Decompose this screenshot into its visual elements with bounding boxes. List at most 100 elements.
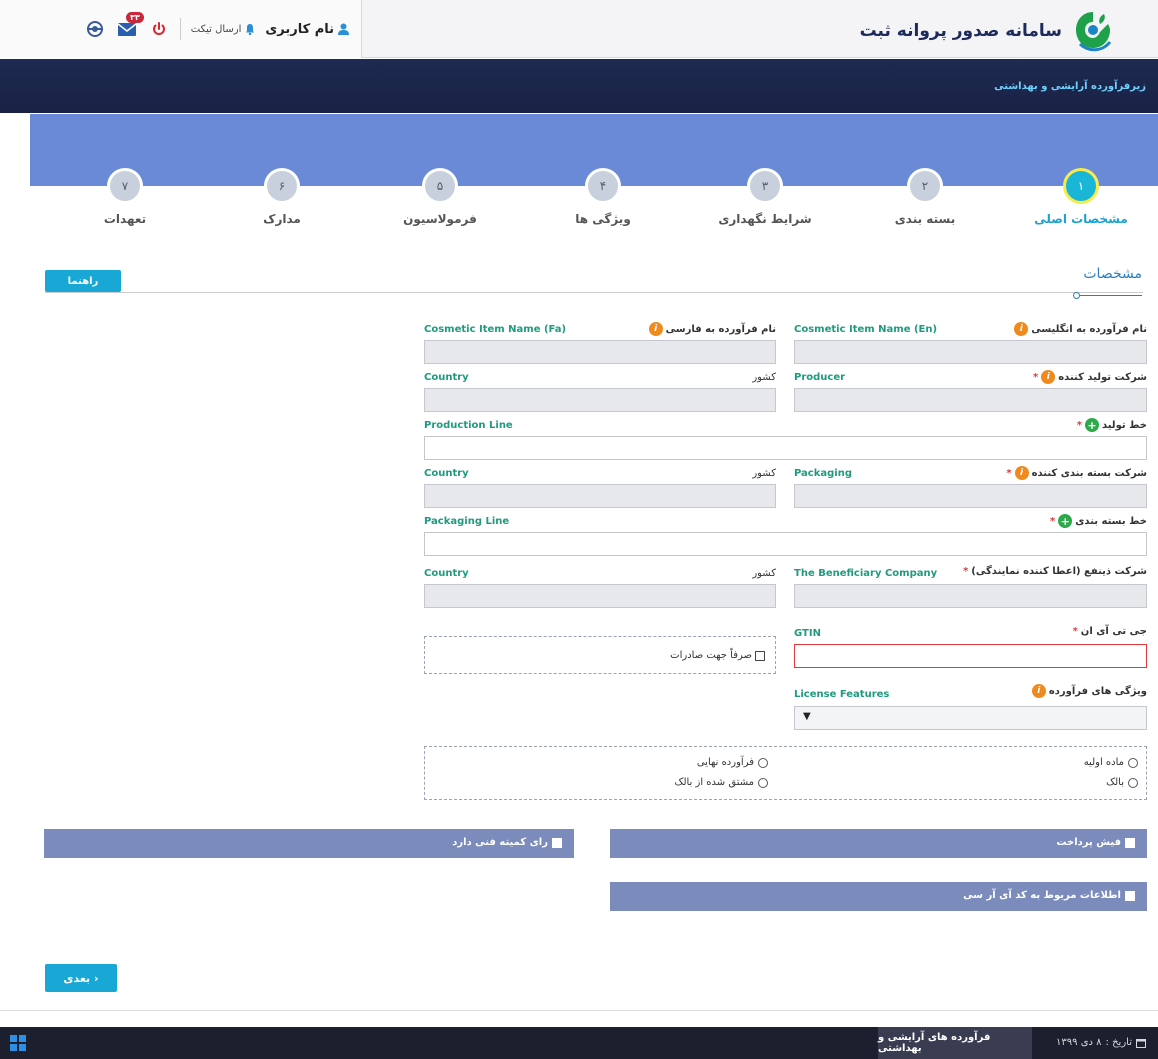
technical-panel-label[interactable]: رای کمیته فنی دارد xyxy=(452,837,562,848)
irc-panel-label[interactable]: اطلاعات مربوط به کد آی آر سی xyxy=(963,890,1135,901)
radio-raw-material[interactable]: ماده اولیه xyxy=(1084,757,1138,768)
step-storage[interactable]: ۳ شرایط نگهداری xyxy=(705,168,825,226)
step-number: ۲ xyxy=(907,168,943,204)
export-only-checkbox[interactable]: صرفاً جهت صادرات xyxy=(670,650,765,661)
radio-button[interactable] xyxy=(1128,757,1138,768)
taskbar-app-button[interactable]: فرآورده های آرایشی و بهداشتی xyxy=(878,1027,1032,1059)
producer-country-input[interactable] xyxy=(424,388,776,412)
gtin-input[interactable] xyxy=(794,644,1147,668)
irc-panel[interactable]: اطلاعات مربوط به کد آی آر سی xyxy=(610,882,1147,911)
license-features-select[interactable]: ▼ xyxy=(794,706,1147,730)
step-number: ۳ xyxy=(747,168,783,204)
field-label-en: Packaging xyxy=(794,468,852,479)
step-label: تعهدات xyxy=(103,212,147,226)
field-beneficiary-country: کشور Country xyxy=(424,566,776,608)
field-license-features: ویژگی های فرآورده i License Features ▼ xyxy=(794,684,1147,730)
checkbox[interactable] xyxy=(1125,890,1135,901)
radio-derived-from-bulk[interactable]: مشتق شده از بالک xyxy=(675,777,768,788)
chevron-right-icon: › xyxy=(94,971,99,985)
step-commitments[interactable]: ۷ تعهدات xyxy=(65,168,185,226)
radio-final-product[interactable]: فرآورده نهایی xyxy=(697,757,768,768)
next-button[interactable]: بعدی › xyxy=(45,964,117,992)
step-number: ۱ xyxy=(1063,168,1099,204)
windows-start-icon[interactable] xyxy=(10,1035,26,1051)
toolbar-divider xyxy=(179,18,181,40)
packaging-input[interactable] xyxy=(794,484,1147,508)
brand-logo xyxy=(1070,8,1116,54)
payment-panel-label[interactable]: فیش پرداخت xyxy=(1056,837,1135,848)
info-icon[interactable]: i xyxy=(1041,370,1056,384)
field-label-en: Cosmetic Item Name (Fa) xyxy=(424,324,567,335)
field-label-fa: کشور xyxy=(752,372,776,383)
panel-title: اطلاعات مربوط به کد آی آر سی xyxy=(963,890,1121,901)
next-button-label: بعدی xyxy=(63,971,91,985)
step-documents[interactable]: ۶ مدارک xyxy=(222,168,342,226)
packaging-country-input[interactable] xyxy=(424,484,776,508)
organization-logo-icon xyxy=(84,18,106,40)
messages-button[interactable]: ۳۳ xyxy=(116,12,144,40)
radio-label: فرآورده نهایی xyxy=(696,757,754,768)
technical-committee-panel[interactable]: رای کمیته فنی دارد xyxy=(44,829,574,858)
send-ticket-link[interactable]: ارسال تیکت xyxy=(191,23,256,35)
add-production-line-icon[interactable]: + xyxy=(1084,418,1099,432)
step-number: ۵ xyxy=(422,168,458,204)
help-button[interactable]: راهنما xyxy=(45,270,121,292)
step-number: ۶ xyxy=(264,168,300,204)
step-features[interactable]: ۴ ویژگی ها xyxy=(543,168,663,226)
producer-input[interactable] xyxy=(794,388,1147,412)
field-label-en: Country xyxy=(424,372,469,383)
info-icon[interactable]: i xyxy=(1014,466,1029,480)
radio-button[interactable] xyxy=(1128,777,1138,788)
send-ticket-label: ارسال تیکت xyxy=(190,23,242,35)
step-packaging[interactable]: ۲ بسته بندی xyxy=(865,168,985,226)
checkbox[interactable] xyxy=(755,650,765,661)
panel-title: رای کمیته فنی دارد xyxy=(452,837,548,848)
beneficiary-country-input[interactable] xyxy=(424,584,776,608)
section-title-underline xyxy=(1074,295,1142,296)
export-only-box: صرفاً جهت صادرات xyxy=(424,636,776,674)
required-mark: * xyxy=(963,566,969,577)
radio-button[interactable] xyxy=(758,777,768,788)
taskbar: فرآورده های آرایشی و بهداشتی تاریخ : ۸ د… xyxy=(0,1027,1158,1059)
date-value: ۸ دی ۱۳۹۹ xyxy=(1056,1037,1102,1048)
logout-button[interactable] xyxy=(148,18,170,40)
checkbox[interactable] xyxy=(552,837,562,848)
packaging-line-input[interactable] xyxy=(424,532,1147,556)
step-label: بسته بندی xyxy=(894,212,956,226)
add-packaging-line-icon[interactable]: + xyxy=(1058,514,1073,528)
export-only-label: صرفاً جهت صادرات xyxy=(670,650,752,661)
info-icon[interactable]: i xyxy=(1014,322,1029,336)
field-name-fa: نام فرآورده به فارسی i Cosmetic Item Name… xyxy=(424,322,776,364)
beneficiary-input[interactable] xyxy=(794,584,1147,608)
field-label-fa: جی تی آی ان xyxy=(1080,626,1147,637)
step-label: مشخصات اصلی xyxy=(1034,212,1128,226)
info-icon[interactable]: i xyxy=(1031,684,1046,698)
payment-panel[interactable]: فیش پرداخت xyxy=(610,829,1147,858)
name-fa-input[interactable] xyxy=(424,340,776,364)
radio-bulk[interactable]: بالک xyxy=(1106,777,1138,788)
calendar-icon xyxy=(1136,1038,1146,1048)
step-number: ۴ xyxy=(585,168,621,204)
field-packaging: شرکت بسته بندی کننده i * Packaging xyxy=(794,466,1147,508)
wizard-steps: ۱ مشخصات اصلی ۲ بسته بندی ۳ شرایط نگهدار… xyxy=(30,168,1158,238)
production-line-input[interactable] xyxy=(424,436,1147,460)
field-label-en: GTIN xyxy=(794,628,821,639)
step-formulation[interactable]: ۵ فرمولاسیون xyxy=(380,168,500,226)
field-packaging-line: خط بسته بندی + * Packaging Line xyxy=(424,514,1147,556)
checkbox[interactable] xyxy=(1125,837,1135,848)
radio-label: بالک xyxy=(1106,777,1124,788)
field-label-fa: نام فرآورده به انگلیسی xyxy=(1031,323,1147,335)
user-menu[interactable]: نام کاربری xyxy=(265,22,349,37)
radio-label: مشتق شده از بالک xyxy=(674,777,754,788)
product-type-group: ماده اولیه بالک فرآورده نهایی مشتق شده ا… xyxy=(424,746,1147,800)
name-en-input[interactable] xyxy=(794,340,1147,364)
field-producer: شرکت تولید کننده i * Producer xyxy=(794,370,1147,412)
field-production-line: خط تولید + * Production Line xyxy=(424,418,1147,460)
required-mark: * xyxy=(1006,467,1012,479)
field-label-en: Production Line xyxy=(424,420,513,431)
step-main-specs[interactable]: ۱ مشخصات اصلی xyxy=(1021,168,1141,226)
radio-button[interactable] xyxy=(758,757,768,768)
info-icon[interactable]: i xyxy=(648,322,663,336)
field-label-en: Producer xyxy=(794,372,846,383)
field-beneficiary: شرکت ذینفع (اعطا کننده نمایندگی) * The Be… xyxy=(794,566,1147,608)
